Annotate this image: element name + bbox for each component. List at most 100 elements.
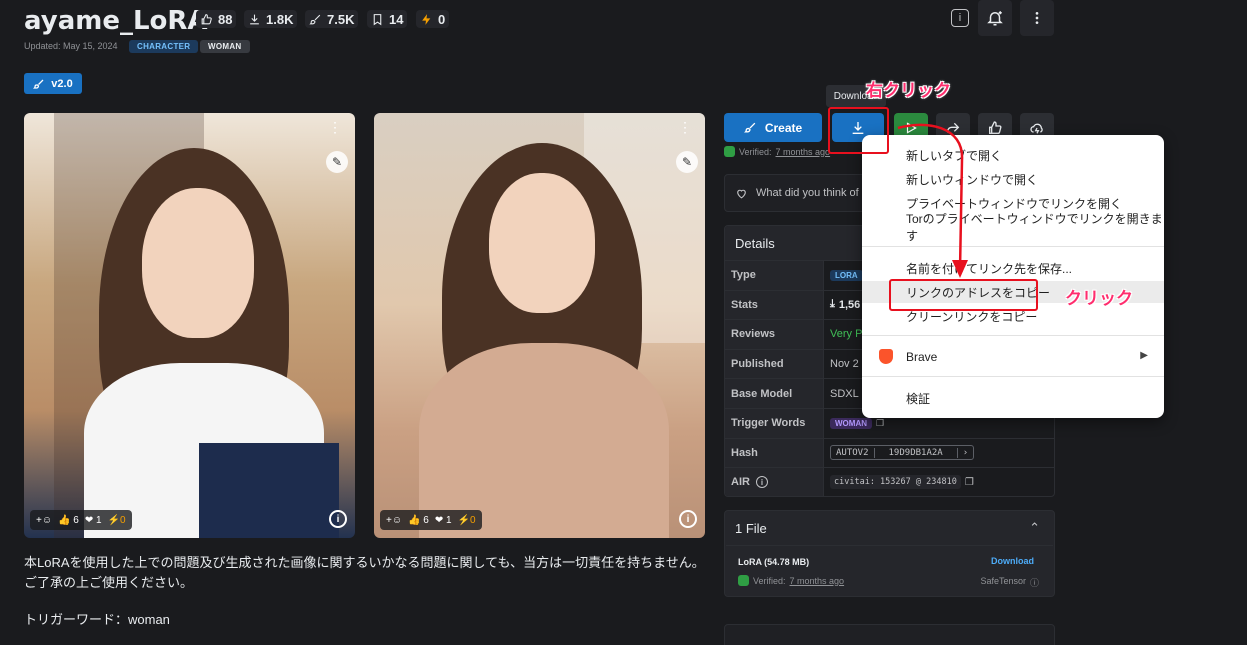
bottom-card [724, 624, 1055, 645]
info-icon: i [951, 9, 969, 27]
heart-icon [737, 189, 746, 198]
feedback-text: What did you think of [756, 187, 859, 199]
stats-label: Stats [725, 290, 824, 320]
type-value: LORA [830, 269, 863, 281]
thumbs-up-icon [201, 13, 212, 24]
reaction-bar[interactable]: +☺ 👍 6 ❤ 1 ⚡0 [380, 510, 482, 530]
image-menu-dots-icon[interactable]: ⋮ [328, 119, 342, 136]
verified-status: Verified: 7 months ago [724, 146, 830, 157]
trigger-word-line: トリガーワード：woman [24, 612, 170, 627]
click-annotation: クリック [1065, 289, 1133, 309]
heart-reaction[interactable]: ❤ 1 [85, 515, 102, 526]
remix-brush-icon[interactable]: ✎ [676, 151, 698, 173]
file-download-link[interactable]: Download [991, 556, 1034, 566]
chevron-up-icon[interactable]: ⌃ [1029, 520, 1040, 536]
bookmarks-stat[interactable]: 14 [367, 10, 408, 28]
heart-reaction[interactable]: ❤ 1 [435, 515, 452, 526]
right-click-annotation: 右クリック [866, 81, 951, 101]
links-count: 7.5K [327, 11, 355, 27]
image-info-icon[interactable]: i [329, 510, 347, 528]
hash-box[interactable]: AUTOV2 19D9DB1A2A › [830, 445, 975, 461]
face-shape [489, 173, 595, 313]
menu-separator [862, 335, 1164, 336]
updated-date: Updated: May 15, 2024 [24, 41, 118, 51]
model-description: 本LoRAを使用した上での問題及び生成された画像に関するいかなる問題に関しても、… [24, 555, 705, 590]
menu-brave[interactable]: Brave ▶ [862, 346, 1164, 368]
brush-icon [33, 79, 44, 89]
likes-stat[interactable]: 88 [196, 10, 237, 28]
menu-brave-label: Brave [906, 350, 938, 364]
published-value: Nov 2 [830, 358, 859, 371]
version-label: v2.0 [51, 77, 73, 90]
image-menu-dots-icon[interactable]: ⋮ [678, 119, 692, 136]
download-icon: ⤓ [830, 298, 835, 311]
tip-reaction[interactable]: ⚡0 [108, 515, 126, 526]
base-model-value: SDXL 1 [830, 387, 868, 400]
cloud-lightning-icon [1030, 123, 1043, 134]
like-count: 6 [73, 514, 79, 526]
notify-button[interactable] [978, 0, 1012, 36]
menu-inspect[interactable]: 検証 [862, 387, 1164, 409]
like-reaction[interactable]: 👍 6 [408, 515, 429, 526]
tag-character[interactable]: CHARACTER [129, 40, 199, 53]
brush-icon [743, 122, 756, 133]
file-format-label: SafeTensor [980, 576, 1026, 586]
reviews-value[interactable]: Very P [824, 320, 862, 349]
reaction-bar[interactable]: +☺ 👍 6 ❤ 1 ⚡0 [30, 510, 132, 530]
bookmark-icon [373, 13, 382, 25]
info-button[interactable]: i [943, 0, 977, 36]
bell-plus-icon [987, 11, 1003, 26]
model-title: ayame_LoRA [24, 6, 208, 36]
published-label: Published [725, 349, 824, 379]
links-stat[interactable]: 7.5K [305, 10, 359, 28]
more-options-button[interactable] [1020, 0, 1054, 36]
air-label: AIR [731, 476, 750, 489]
copy-icon[interactable]: ❐ [965, 477, 974, 488]
download-icon [250, 14, 259, 24]
tips-count: 0 [438, 11, 446, 27]
version-badge[interactable]: v2.0 [24, 73, 82, 94]
bookmarks-count: 14 [389, 11, 404, 27]
image-info-icon[interactable]: i [679, 510, 697, 528]
tips-stat[interactable]: 0 [416, 10, 450, 28]
files-panel: 1 File ⌃ LoRA (54.78 MB) Download Verifi… [724, 510, 1055, 597]
trigger-word-pill[interactable]: WOMAN [830, 417, 872, 429]
shield-check-icon [724, 146, 735, 157]
download-highlight-box [828, 107, 889, 154]
shield-check-icon [738, 575, 749, 586]
copy-icon[interactable]: ❐ [876, 418, 884, 429]
preview-image-1[interactable]: ⋮ ✎ +☺ 👍 6 ❤ 1 ⚡0 i [24, 113, 355, 538]
menu-separator [862, 376, 1164, 377]
overall-shape [199, 443, 339, 538]
preview-image-2[interactable]: ⋮ ✎ +☺ 👍 6 ❤ 1 ⚡0 i [374, 113, 705, 538]
add-reaction-icon[interactable]: +☺ [386, 515, 402, 526]
reviews-label: Reviews [725, 320, 824, 349]
air-value: civitai: 153267 @ 234810 [830, 475, 961, 490]
tag-woman[interactable]: WOMAN [200, 40, 250, 53]
divider [726, 545, 1053, 546]
lightning-icon [422, 13, 431, 25]
file-name: LoRA (54.78 MB) [738, 557, 810, 567]
remix-brush-icon[interactable]: ✎ [326, 151, 348, 173]
brush-icon [309, 14, 321, 24]
face-shape [142, 188, 254, 338]
type-label: Type [725, 261, 824, 290]
file-verified-time[interactable]: 7 months ago [790, 576, 845, 586]
thumbs-up-icon [989, 120, 1002, 134]
info-icon[interactable]: i [755, 476, 768, 489]
chevron-right-icon[interactable]: › [956, 447, 973, 458]
create-button[interactable]: Create [724, 113, 822, 142]
info-icon[interactable]: ⓘ [1030, 576, 1039, 589]
add-reaction-icon[interactable]: +☺ [36, 515, 52, 526]
like-reaction[interactable]: 👍 6 [58, 515, 79, 526]
downloads-stat[interactable]: 1.8K [244, 10, 298, 28]
file-format: SafeTensor ⓘ [980, 576, 1039, 589]
base-model-label: Base Model [725, 379, 824, 408]
hash-value: 19D9DB1A2A [888, 447, 943, 458]
heart-count: 1 [96, 514, 102, 526]
create-label: Create [764, 120, 803, 135]
verified-time-link[interactable]: 7 months ago [776, 147, 831, 157]
likes-count: 88 [218, 11, 233, 27]
tip-reaction[interactable]: ⚡0 [458, 515, 476, 526]
annotation-arrow [897, 123, 968, 278]
